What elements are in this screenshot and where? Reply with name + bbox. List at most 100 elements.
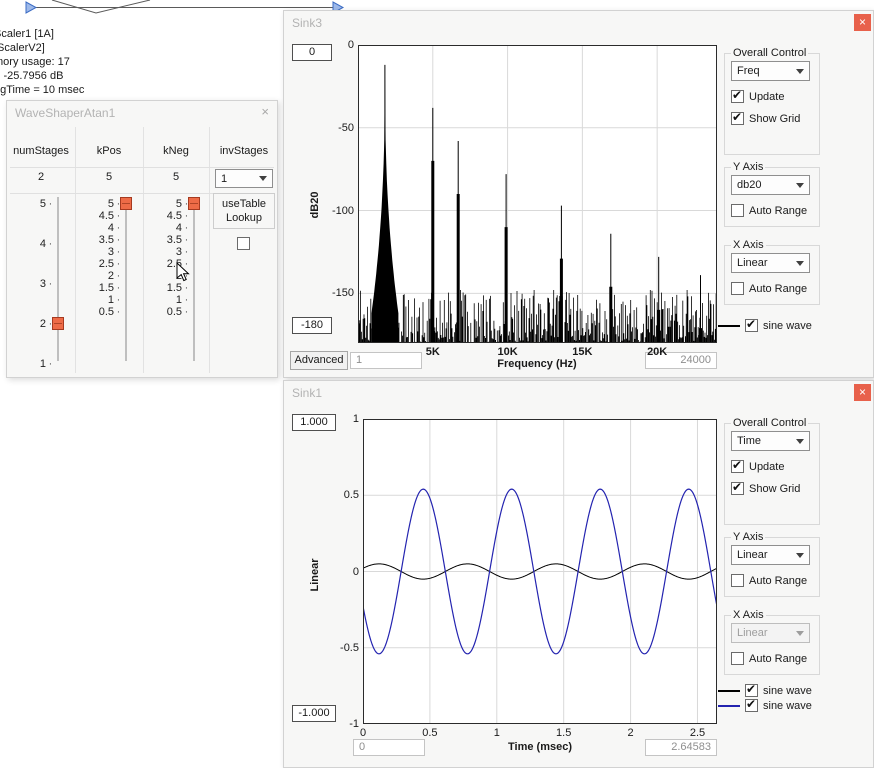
usetable-lookup-cell: useTable Lookup	[213, 193, 275, 229]
slider-handle[interactable]	[188, 197, 200, 210]
usetable-checkbox[interactable]	[237, 237, 250, 250]
slider-track[interactable]	[125, 197, 127, 361]
slider-handle[interactable]	[52, 317, 64, 330]
slider-tick: 1	[143, 294, 190, 306]
sink3-titlebar[interactable]: Sink3 ×	[284, 11, 873, 35]
x-auto-range-checkbox[interactable]	[731, 282, 744, 295]
checkbox-label: Update	[749, 91, 784, 103]
legend-item: sine wave	[718, 319, 812, 332]
module-text-line: mory usage: 17	[0, 55, 84, 69]
x-tick-label: 10K	[488, 346, 528, 358]
overall-control-select[interactable]: Freq	[731, 61, 810, 81]
window-title: Sink1	[292, 386, 322, 400]
chevron-down-icon	[796, 631, 804, 636]
invstages-select[interactable]: 1	[215, 169, 273, 188]
auto-range-row: Auto Range	[731, 282, 813, 295]
x-auto-range-checkbox[interactable]	[731, 652, 744, 665]
group-label: Y Axis	[731, 531, 765, 543]
y-tick-label: 0	[314, 39, 354, 51]
slider-track[interactable]	[193, 197, 195, 361]
checkbox-label: Auto Range	[749, 653, 807, 665]
slider-tick: 3	[75, 246, 122, 258]
legend-line-swatch	[718, 690, 740, 692]
usetable-label-line2: Lookup	[214, 211, 274, 225]
legend-checkbox[interactable]	[745, 699, 758, 712]
slider-handle[interactable]	[120, 197, 132, 210]
legend-checkbox[interactable]	[745, 684, 758, 697]
group-label: Overall Control	[731, 417, 808, 429]
legend-line-swatch	[718, 705, 740, 707]
waveform-plot	[363, 419, 717, 724]
legend-checkbox[interactable]	[745, 319, 758, 332]
x-max-field[interactable]: 2.64583	[645, 739, 717, 756]
combo-value: Linear	[737, 627, 768, 639]
kpos-slider: 54.543.532.521.510.5	[75, 181, 143, 381]
x-tick-label: 5K	[413, 346, 453, 358]
y-auto-range-checkbox[interactable]	[731, 574, 744, 587]
legend-label: sine wave	[763, 320, 812, 332]
row-divider	[10, 167, 274, 168]
x-min-field[interactable]: 0	[353, 739, 425, 756]
update-checkbox[interactable]	[731, 90, 744, 103]
x-tick-label: 1.5	[544, 727, 584, 739]
group-label: X Axis	[731, 239, 766, 251]
combo-value: 1	[221, 173, 227, 185]
y-auto-range-checkbox[interactable]	[731, 204, 744, 217]
slider-tick: 4	[143, 222, 190, 234]
sink3-window: Sink3 × 0 dB20 -180 Advanced 1 Frequency…	[283, 10, 874, 378]
spectrum-plot	[358, 45, 717, 343]
chevron-down-icon	[796, 553, 804, 558]
x-tick-label: 2	[611, 727, 651, 739]
slider-tick: 4	[7, 224, 54, 264]
usetable-label-line1: useTable	[214, 197, 274, 211]
close-icon[interactable]: ×	[261, 104, 269, 119]
show-grid-checkbox[interactable]	[731, 112, 744, 125]
slider-tick: 1.5	[143, 282, 190, 294]
slider-tick: 3	[143, 246, 190, 258]
y-axis-select[interactable]: db20	[731, 175, 810, 195]
waveshaper-window: WaveShaperAtan1 × numStages kPos kNeg in…	[6, 100, 278, 378]
slider-tick: 1	[7, 344, 54, 384]
slider-track[interactable]	[57, 197, 59, 361]
y-tick-label: -0.5	[319, 642, 359, 654]
advanced-button[interactable]: Advanced	[290, 351, 348, 370]
slider-scale: 54.543.532.521.510.5	[75, 198, 122, 318]
group-label: Overall Control	[731, 47, 808, 59]
slider-tick: 1.5	[75, 282, 122, 294]
column-header-numstages: numStages	[7, 145, 75, 157]
legend-label: sine wave	[763, 700, 812, 712]
x-axis-title: Time (msec)	[460, 741, 620, 753]
slider-tick: 1	[75, 294, 122, 306]
y-tick-label: 0.5	[319, 489, 359, 501]
overall-control-select[interactable]: Time	[731, 431, 810, 451]
chevron-down-icon	[796, 69, 804, 74]
x-axis-select[interactable]: Linear	[731, 253, 810, 273]
slider-tick: 2.5	[143, 258, 190, 270]
module-text-line: [ScalerV2]	[0, 41, 84, 55]
sink1-window: Sink1 × 1.000 Linear -1.000 0 Time (msec…	[283, 380, 874, 768]
show-grid-checkbox[interactable]	[731, 482, 744, 495]
y-axis-select[interactable]: Linear	[731, 545, 810, 565]
sink1-titlebar[interactable]: Sink1 ×	[284, 381, 873, 405]
waveshaper-titlebar[interactable]: WaveShaperAtan1 ×	[7, 101, 277, 125]
module-text-line: Scaler1 [1A]	[0, 27, 84, 41]
close-icon[interactable]: ×	[854, 384, 871, 401]
module-text-line: = -25.7956 dB	[0, 69, 84, 83]
kneg-slider: 54.543.532.521.510.5	[143, 181, 209, 381]
y-min-field[interactable]: -180	[292, 317, 332, 334]
slider-tick: 4.5	[75, 210, 122, 222]
column-header-kpos: kPos	[75, 145, 143, 157]
slider-tick: 3	[7, 264, 54, 304]
slider-tick: 4.5	[143, 210, 190, 222]
chevron-down-icon	[796, 261, 804, 266]
legend-item: sine wave	[718, 699, 812, 712]
waveshaper-content: numStages kPos kNeg invStages 2 5 5 1 54…	[7, 125, 277, 377]
x-axis-select[interactable]: Linear	[731, 623, 810, 643]
update-checkbox[interactable]	[731, 460, 744, 473]
close-icon[interactable]: ×	[854, 14, 871, 31]
x-min-field[interactable]: 1	[350, 352, 422, 369]
combo-value: Time	[737, 435, 761, 447]
auto-range-row: Auto Range	[731, 652, 813, 665]
x-axis-title: Frequency (Hz)	[457, 358, 617, 370]
combo-value: Freq	[737, 65, 760, 77]
